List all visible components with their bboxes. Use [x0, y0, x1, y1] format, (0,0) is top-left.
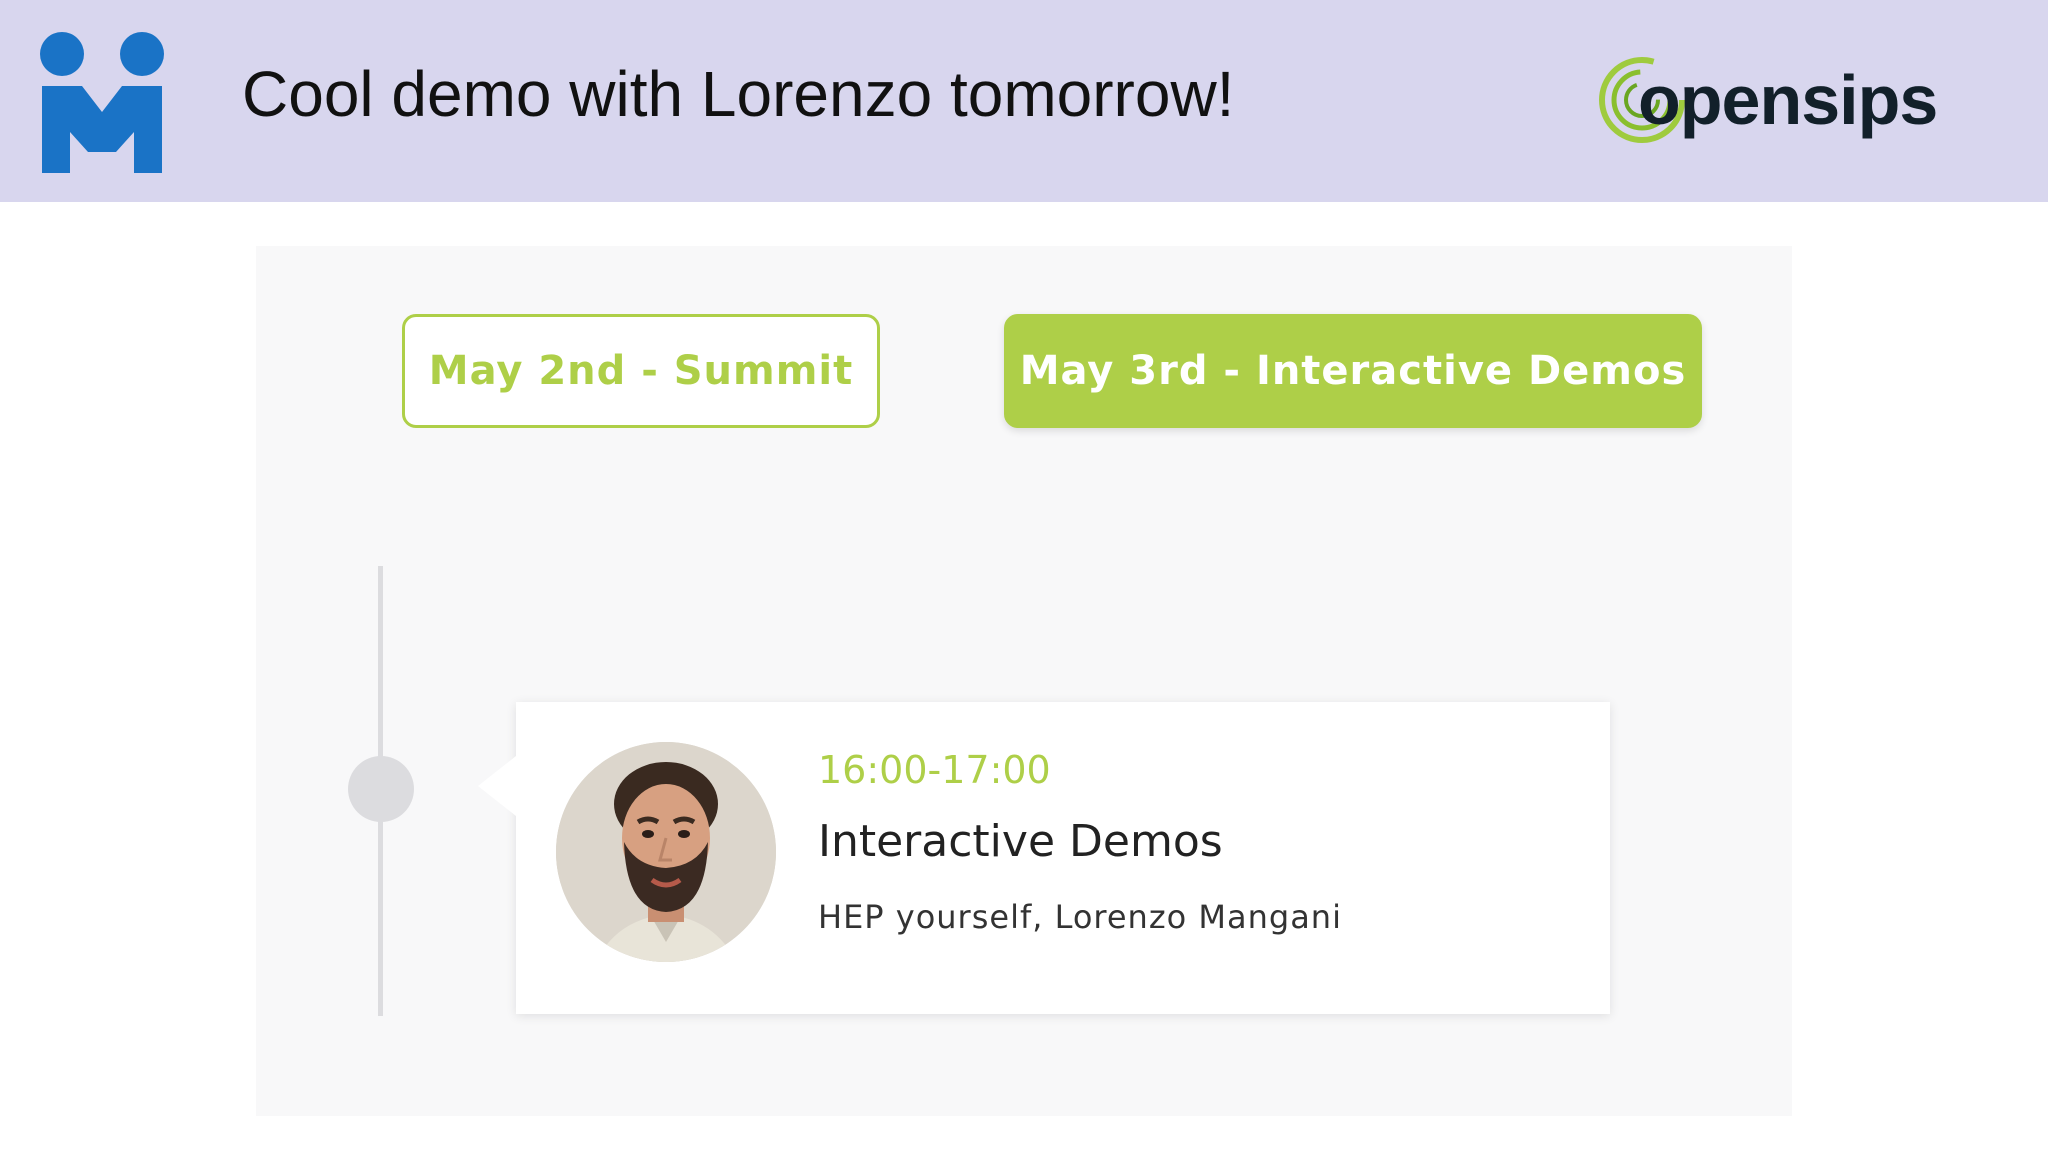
speaker-avatar [556, 742, 776, 962]
schedule-panel: May 2nd - Summit May 3rd - Interactive D… [256, 246, 1792, 1116]
hepic-logo-icon [40, 32, 164, 173]
timeline-dot [348, 756, 414, 822]
opensips-logo-text: opensips [1638, 61, 1938, 139]
tab-may-3rd-interactive-demos[interactable]: May 3rd - Interactive Demos [1004, 314, 1702, 428]
header-band: Cool demo with Lorenzo tomorrow! opensip… [0, 0, 2048, 202]
speaker-photo-icon [556, 742, 776, 962]
card-pointer [478, 756, 516, 816]
page-title: Cool demo with Lorenzo tomorrow! [242, 58, 1235, 130]
session-speaker: HEP yourself, Lorenzo Mangani [818, 898, 1342, 936]
session-card[interactable]: 16:00-17:00 Interactive Demos HEP yourse… [478, 702, 1610, 1014]
tab-may-2nd-summit[interactable]: May 2nd - Summit [402, 314, 880, 428]
slide: Cool demo with Lorenzo tomorrow! opensip… [0, 0, 2048, 1152]
session-time: 16:00-17:00 [818, 748, 1051, 792]
session-title: Interactive Demos [818, 816, 1223, 867]
